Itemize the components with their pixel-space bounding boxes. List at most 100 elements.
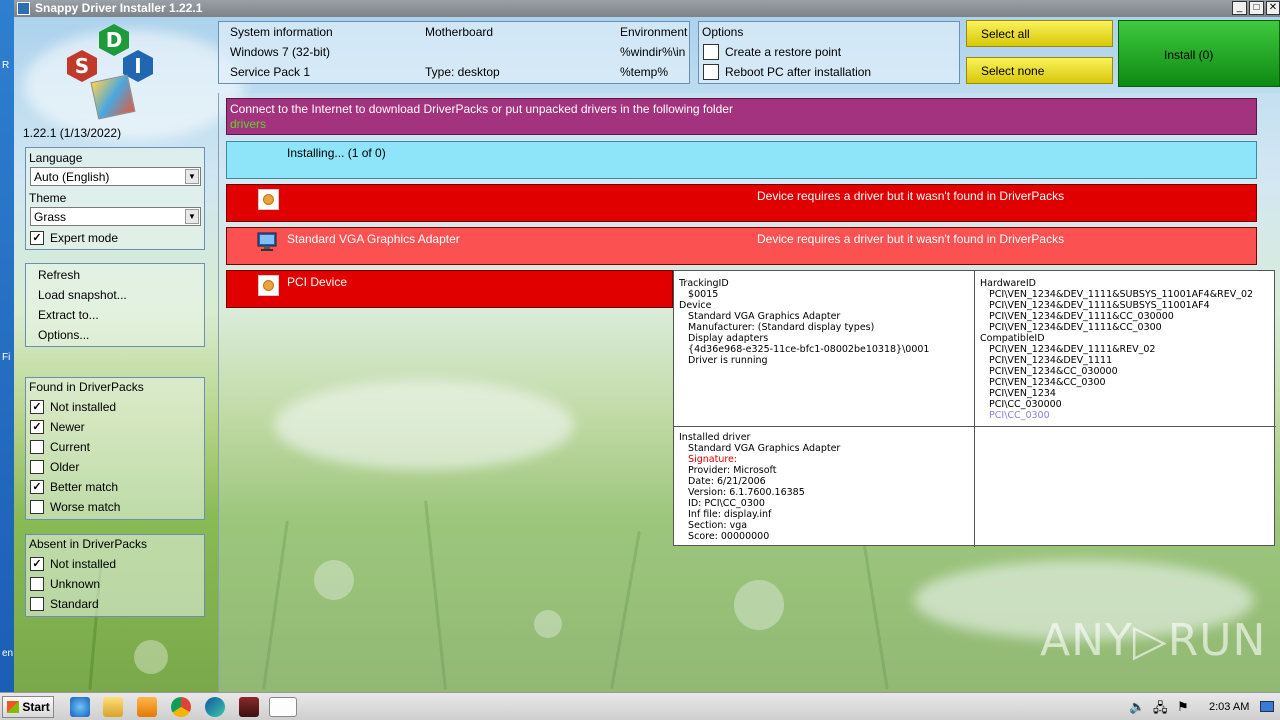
checkbox-checked-icon[interactable]: ✓	[30, 400, 44, 414]
start-label: Start	[22, 700, 50, 714]
background-bokeh	[134, 640, 168, 674]
checkbox-empty-icon[interactable]	[703, 44, 719, 60]
logo-hex-s: S	[67, 50, 97, 82]
options-menu-item[interactable]: Options...	[38, 328, 89, 342]
desktop-icon-label: R	[2, 60, 10, 71]
drivers-folder-link[interactable]: drivers	[230, 117, 266, 131]
checkbox-empty-icon[interactable]	[30, 440, 44, 454]
media-player-icon[interactable]	[137, 697, 157, 717]
winrar-icon[interactable]	[239, 697, 259, 717]
checkbox-checked-icon[interactable]: ✓	[30, 557, 44, 571]
expert-mode-checkbox[interactable]: ✓ Expert mode	[30, 229, 118, 247]
desktop-icon-label: en	[2, 648, 14, 659]
flag-icon[interactable]: ⚑	[1177, 699, 1189, 715]
device-details-tooltip: TrackingID $0015 Device Standard VGA Gra…	[673, 270, 1276, 547]
checkbox-checked-icon[interactable]: ✓	[30, 420, 44, 434]
chevron-down-icon[interactable]: ▼	[185, 169, 199, 184]
restore-point-checkbox[interactable]: Create a restore point	[703, 43, 841, 61]
start-button[interactable]: Start	[2, 696, 54, 718]
select-none-button[interactable]: Select none	[966, 57, 1113, 84]
device-status: Device requires a driver but it wasn't f…	[757, 189, 1065, 203]
theme-label: Theme	[29, 191, 67, 205]
filter-found-newer[interactable]: ✓ Newer	[30, 418, 85, 436]
internet-explorer-icon[interactable]	[70, 697, 90, 717]
sysinfo-os: Windows 7 (32-bit)	[230, 45, 331, 59]
language-value: Auto (English)	[34, 170, 110, 184]
checkbox-empty-icon[interactable]	[30, 577, 44, 591]
environment-windir: %windir%\in	[620, 45, 686, 59]
logo-hex-d: D	[99, 24, 129, 56]
actions-panel: Refresh Load snapshot... Extract to... O…	[25, 263, 205, 347]
volume-icon[interactable]: 🔈	[1129, 699, 1145, 715]
theme-value: Grass	[34, 210, 67, 224]
filter-found-older[interactable]: Older	[30, 458, 79, 476]
absent-filter-panel: Absent in DriverPacks ✓ Not installed Unk…	[25, 534, 205, 617]
filter-label: Current	[50, 440, 91, 454]
chevron-down-icon[interactable]: ▼	[185, 209, 199, 224]
filter-found-current[interactable]: Current	[30, 438, 90, 456]
device-row[interactable]: PCI Device	[226, 270, 673, 308]
filter-found-not-installed[interactable]: ✓ Not installed	[30, 398, 116, 416]
app-window: Snappy Driver Installer 1.22.1 _ □ ✕ D S…	[14, 0, 1280, 692]
language-select[interactable]: Auto (English) ▼	[30, 167, 201, 186]
checkbox-empty-icon[interactable]	[30, 500, 44, 514]
sdi-taskbar-icon[interactable]	[269, 697, 297, 717]
app-icon	[17, 2, 30, 15]
install-button[interactable]: Install (0)	[1118, 20, 1280, 87]
filter-absent-unknown[interactable]: Unknown	[30, 575, 100, 593]
filter-found-worse-match[interactable]: Worse match	[30, 498, 120, 516]
close-button[interactable]: ✕	[1266, 1, 1280, 15]
options-panel: Options Create a restore point Reboot PC…	[698, 21, 960, 84]
gear-icon	[258, 189, 279, 210]
anyrun-watermark: ANY▷RUN	[1040, 615, 1267, 666]
refresh-menu-item[interactable]: Refresh	[38, 268, 80, 282]
file-explorer-icon[interactable]	[103, 697, 123, 717]
title-bar[interactable]: Snappy Driver Installer 1.22.1 _ □ ✕	[14, 0, 1280, 17]
filter-label: Older	[50, 460, 80, 474]
hardware-id-last: PCI\CC_0300	[980, 410, 1050, 421]
filter-found-better-match[interactable]: ✓ Better match	[30, 478, 118, 496]
maximize-button[interactable]: □	[1249, 1, 1264, 15]
checkbox-empty-icon[interactable]	[703, 64, 719, 80]
device-status: Device requires a driver but it wasn't f…	[757, 232, 1065, 246]
extract-to-menu-item[interactable]: Extract to...	[38, 308, 99, 322]
clock[interactable]: 2:03 AM	[1209, 701, 1249, 713]
chrome-icon[interactable]	[171, 697, 191, 717]
show-desktop-icon[interactable]	[1260, 701, 1274, 712]
desktop-icon-label: Fi	[2, 352, 11, 363]
select-all-button[interactable]: Select all	[966, 20, 1113, 47]
restore-point-label: Create a restore point	[725, 45, 842, 59]
checkbox-empty-icon[interactable]	[30, 460, 44, 474]
sdi-logo: D S I	[64, 22, 164, 122]
windows-logo-icon	[7, 701, 19, 713]
filter-label: Not installed	[50, 400, 117, 414]
divider	[974, 271, 975, 547]
environment-header: Environment	[620, 25, 688, 39]
device-row[interactable]: Device requires a driver but it wasn't f…	[226, 184, 1257, 222]
sysinfo-sp: Service Pack 1	[230, 65, 311, 79]
device-name: PCI Device	[287, 275, 348, 289]
minimize-button[interactable]: _	[1232, 1, 1247, 15]
divider	[674, 426, 1276, 427]
load-snapshot-menu-item[interactable]: Load snapshot...	[38, 288, 127, 302]
network-icon[interactable]: 🖧	[1153, 699, 1168, 720]
environment-temp: %temp%	[620, 65, 669, 79]
expert-mode-label: Expert mode	[50, 231, 119, 245]
language-label: Language	[29, 151, 83, 165]
sysinfo-header: System information	[230, 25, 333, 39]
edge-icon[interactable]	[205, 697, 225, 717]
options-title: Options	[702, 25, 744, 39]
motherboard-type: Type: desktop	[425, 65, 500, 79]
device-row[interactable]: Standard VGA Graphics Adapter Device req…	[226, 227, 1257, 265]
theme-select[interactable]: Grass ▼	[30, 207, 201, 226]
filter-absent-standard[interactable]: Standard	[30, 595, 99, 613]
found-title: Found in DriverPacks	[29, 380, 144, 394]
checkbox-empty-icon[interactable]	[30, 597, 44, 611]
system-info-panel: System information Windows 7 (32-bit) Se…	[218, 21, 690, 84]
filter-label: Unknown	[50, 577, 101, 591]
filter-absent-not-installed[interactable]: ✓ Not installed	[30, 555, 116, 573]
checkbox-checked-icon[interactable]: ✓	[30, 480, 44, 494]
gear-icon	[258, 275, 279, 296]
checkbox-checked-icon[interactable]: ✓	[30, 231, 44, 245]
reboot-checkbox[interactable]: Reboot PC after installation	[703, 63, 871, 81]
